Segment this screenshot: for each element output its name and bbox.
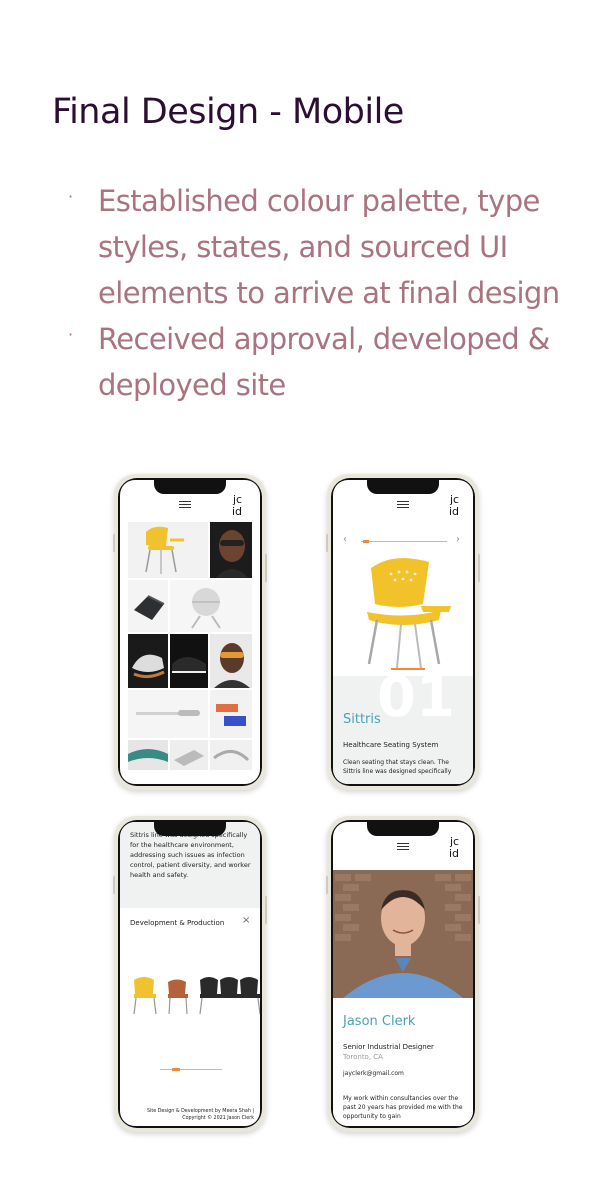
product-number: 01 bbox=[377, 665, 455, 730]
phone-mockup-development: Sittris line was designed specifically f… bbox=[113, 816, 267, 1132]
gallery-thumb-chain[interactable] bbox=[210, 740, 252, 770]
gallery-thumb-shoe[interactable] bbox=[128, 634, 168, 688]
man-goggles-image bbox=[214, 643, 250, 688]
logo-line-2: id bbox=[232, 505, 243, 518]
profile-bio: My work within consultancies over the pa… bbox=[343, 1095, 463, 1120]
hamburger-menu-icon[interactable] bbox=[179, 501, 191, 509]
gallery-thumb-device[interactable] bbox=[128, 580, 168, 632]
chevron-left-icon[interactable]: ‹ bbox=[343, 534, 347, 545]
logo-line-2: id bbox=[449, 505, 460, 518]
profile-role: Senior Industrial Designer bbox=[343, 1043, 434, 1051]
phone-mockup-profile: jc id Jason Clerk Senior Industrial Desi… bbox=[326, 816, 480, 1132]
phone-notch bbox=[367, 820, 439, 836]
phone-screen: Sittris line was designed specifically f… bbox=[120, 822, 260, 1126]
footer-line-1: Site Design & Development by Meera Shah … bbox=[147, 1109, 254, 1114]
bullet-list: · Established colour palette, type style… bbox=[68, 178, 568, 408]
sittris-chair-image bbox=[367, 558, 451, 670]
phone-screen: jc id bbox=[120, 480, 260, 784]
gallery-thumb-chrome-object[interactable] bbox=[170, 580, 252, 632]
profile-photo bbox=[333, 870, 473, 998]
bullet-text: Established colour palette, type styles,… bbox=[98, 184, 560, 310]
gallery-thumb-sneaker[interactable] bbox=[170, 634, 208, 688]
body-text: Sittris line was designed specifically f… bbox=[130, 831, 251, 879]
phone-notch bbox=[154, 478, 226, 494]
phone-mockup-product: jc id ‹ › 01 Sittris Healthcare Seating … bbox=[326, 474, 480, 790]
chair-lineup-image bbox=[133, 977, 260, 1015]
phone-screen: jc id Jason Clerk Senior Industrial Desi… bbox=[333, 822, 473, 1126]
slider-track[interactable] bbox=[361, 541, 447, 542]
gallery-thumb-man-goggles[interactable] bbox=[210, 634, 252, 688]
chain-image bbox=[213, 750, 250, 762]
logo[interactable]: jc id bbox=[449, 494, 459, 518]
product-name: Sittris bbox=[343, 712, 381, 727]
goggles-image bbox=[128, 749, 168, 762]
shoe-image bbox=[132, 654, 165, 679]
slider-thumb[interactable] bbox=[172, 1068, 180, 1071]
page-title: Final Design - Mobile bbox=[52, 92, 404, 132]
tool-image bbox=[174, 750, 204, 766]
gallery-thumb-chair[interactable] bbox=[128, 522, 208, 578]
phone-notch bbox=[367, 478, 439, 494]
logo[interactable]: jc id bbox=[232, 494, 242, 518]
hamburger-menu-icon[interactable] bbox=[397, 843, 409, 851]
profile-location: Toronto, CA bbox=[343, 1053, 383, 1061]
person-sunglasses-image bbox=[216, 530, 248, 578]
profile-name: Jason Clerk bbox=[343, 1014, 416, 1029]
gallery-thumb-goggles[interactable] bbox=[128, 740, 168, 770]
close-icon[interactable]: × bbox=[242, 915, 250, 926]
chrome-object-image bbox=[191, 588, 221, 629]
gallery-thumb-blocks[interactable] bbox=[210, 690, 252, 738]
color-blocks-image bbox=[216, 704, 246, 726]
bullet-text: Received approval, developed & deployed … bbox=[98, 322, 550, 402]
slider-thumb[interactable] bbox=[363, 540, 369, 543]
gallery-thumb-tool[interactable] bbox=[170, 740, 208, 770]
section-title: Development & Production bbox=[130, 919, 225, 927]
sneaker-image bbox=[172, 657, 206, 673]
phone-screen: jc id ‹ › 01 Sittris Healthcare Seating … bbox=[333, 480, 473, 784]
footer-credit: Site Design & Development by Meera Shah … bbox=[147, 1108, 254, 1122]
chevron-right-icon[interactable]: › bbox=[456, 534, 460, 545]
knife-image bbox=[136, 710, 200, 716]
hamburger-menu-icon[interactable] bbox=[397, 501, 409, 509]
logo[interactable]: jc id bbox=[449, 836, 459, 860]
dark-device-image bbox=[134, 595, 165, 620]
product-subtitle: Healthcare Seating System bbox=[343, 741, 439, 749]
profile-email[interactable]: jayclerk@gmail.com bbox=[343, 1070, 404, 1077]
gallery-thumb-knife[interactable] bbox=[128, 690, 208, 738]
gallery-thumb-person-sunglasses[interactable] bbox=[210, 522, 252, 578]
phone-mockup-gallery: jc id bbox=[113, 474, 267, 790]
product-description: Clean seating that stays clean. The Sitt… bbox=[343, 759, 452, 775]
yellow-chair-image bbox=[145, 526, 184, 574]
bullet-marker: · bbox=[68, 325, 73, 344]
bullet-marker: · bbox=[68, 187, 73, 206]
bullet-item: · Established colour palette, type style… bbox=[68, 178, 568, 316]
phone-notch bbox=[154, 820, 226, 836]
bullet-item: · Received approval, developed & deploye… bbox=[68, 316, 568, 408]
slider-track[interactable] bbox=[160, 1069, 222, 1070]
logo-line-2: id bbox=[449, 847, 460, 860]
footer-line-2: Copyright © 2021 Jason Clerk bbox=[182, 1116, 254, 1121]
